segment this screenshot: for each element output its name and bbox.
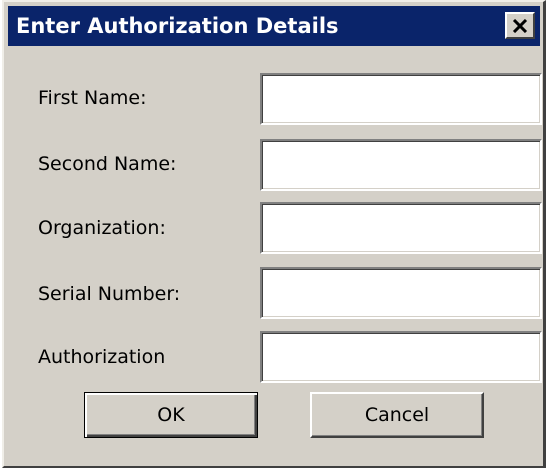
organization-field[interactable] xyxy=(260,202,542,254)
ok-button[interactable]: OK xyxy=(84,392,258,438)
organization-label: Organization: xyxy=(38,217,166,239)
authorization-label: Authorization xyxy=(38,346,166,368)
second-name-field[interactable] xyxy=(260,139,542,191)
authorization-field[interactable] xyxy=(260,331,542,383)
first-name-field[interactable] xyxy=(260,73,542,125)
cancel-button[interactable]: Cancel xyxy=(310,392,484,438)
title-bar[interactable]: Enter Authorization Details xyxy=(8,6,540,46)
close-icon xyxy=(512,18,528,33)
dialog-title: Enter Authorization Details xyxy=(16,14,339,38)
serial-number-field[interactable] xyxy=(260,267,542,319)
first-name-label: First Name: xyxy=(38,87,147,109)
serial-number-label: Serial Number: xyxy=(38,283,181,305)
authorization-dialog: Enter Authorization Details First Name: … xyxy=(2,0,546,468)
second-name-label: Second Name: xyxy=(38,153,177,175)
close-button[interactable] xyxy=(505,12,535,39)
